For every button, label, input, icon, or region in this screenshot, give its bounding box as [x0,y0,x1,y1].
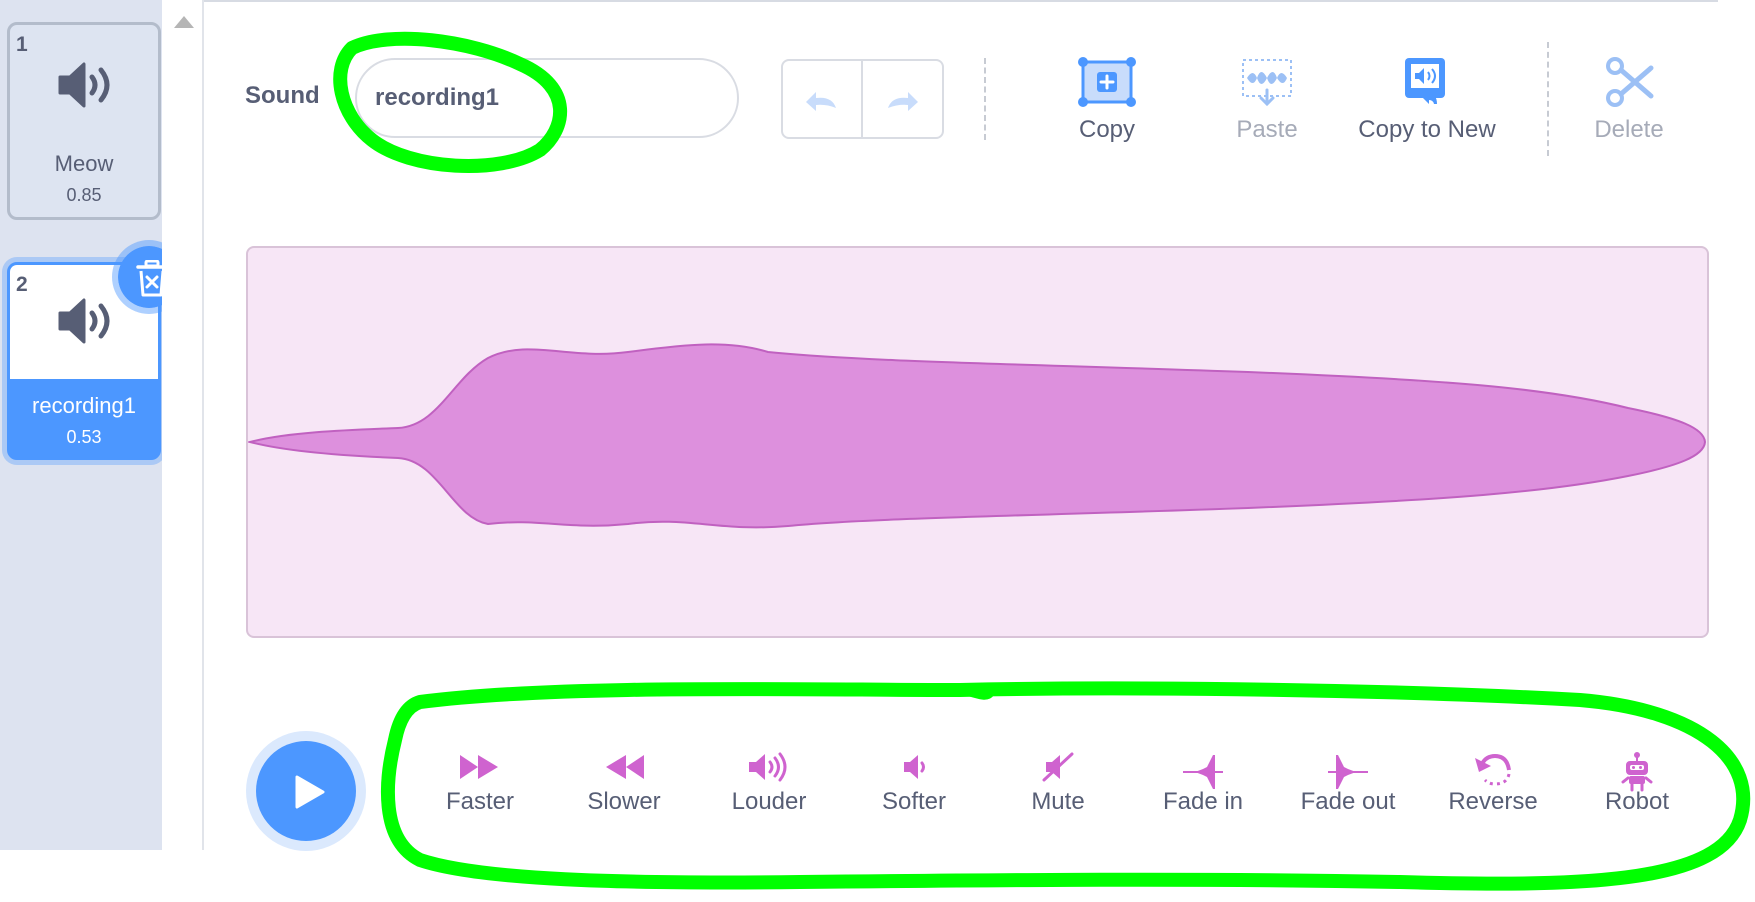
effect-faster-button[interactable]: Faster [410,752,550,832]
effect-robot-button[interactable]: Robot [1567,752,1707,832]
paste-button[interactable]: Paste [1182,56,1352,156]
effect-label: Softer [881,788,947,815]
sound-tile-meow[interactable]: 1 Meow 0.85 [7,22,161,220]
scroll-up-arrow-icon[interactable] [174,16,194,28]
scissors-icon [1606,57,1654,107]
copy-icon [1078,57,1136,107]
play-icon [295,775,325,809]
reverse-icon [1475,753,1511,786]
play-button-ring [246,731,366,851]
paste-icon [1242,59,1292,107]
effect-label: Faster [445,788,514,815]
play-button[interactable] [256,741,356,841]
effect-label: Mute [1031,788,1085,815]
effect-label: Fade out [1300,788,1396,815]
copy-to-new-icon [1405,58,1445,104]
effect-louder-button[interactable]: Louder [699,752,839,832]
robot-icon [1621,752,1653,792]
effect-softer-button[interactable]: Softer [844,752,984,832]
effect-label: Slower [587,788,661,815]
sound-tile-number: 2 [16,273,28,296]
effect-label: Fade in [1162,788,1244,815]
sound-tile-name: recording1 [32,393,136,418]
effect-label: Reverse [1448,788,1538,815]
effect-fade-out-button[interactable]: Fade out [1278,752,1418,832]
paste-label: Paste [1236,116,1298,143]
delete-button[interactable]: Delete [1544,56,1714,156]
effect-slower-button[interactable]: Slower [554,752,694,832]
undo-button[interactable] [783,61,863,137]
sound-list: 1 Meow 0.85 2 recording1 0.53 [0,0,186,850]
sound-name-input[interactable] [355,58,739,138]
effect-reverse-button[interactable]: Reverse [1423,752,1563,832]
sound-list-scrollbar[interactable] [162,0,204,850]
speaker-icon [58,62,110,108]
effect-mute-button[interactable]: Mute [988,752,1128,832]
toolbar-divider [984,58,986,140]
sound-tile-name: Meow [54,151,114,176]
softer-icon [904,755,925,779]
sound-tile-duration: 0.85 [66,185,102,205]
effect-label: Robot [1604,788,1670,815]
mute-icon [1042,752,1074,782]
waveform-canvas[interactable] [246,246,1709,638]
copy-to-new-label: Copy to New [1358,116,1496,143]
slower-icon [606,755,644,779]
sound-editor-app: 1 Meow 0.85 2 recording1 0.53 Sound reco… [0,0,1755,902]
redo-button[interactable] [863,61,943,137]
undo-redo-group [781,59,944,139]
top-divider [204,0,1718,2]
fade-in-icon [1183,755,1223,789]
copy-button[interactable]: Copy [1022,56,1192,156]
copy-label: Copy [1078,116,1136,143]
effect-fade-in-button[interactable]: Fade in [1133,752,1273,832]
undo-icon [805,92,836,111]
faster-icon [460,755,498,779]
delete-label: Delete [1594,116,1664,143]
louder-icon [749,752,787,782]
sound-name-label: Sound [245,82,320,109]
sound-tile-number: 1 [16,33,28,56]
copy-to-new-button[interactable]: Copy to New [1342,56,1512,156]
waveform [248,343,1707,529]
sound-tile-duration: 0.53 [66,427,102,447]
redo-icon [888,92,919,111]
fade-out-icon [1328,755,1368,789]
speaker-icon [58,298,110,344]
effect-label: Louder [731,788,807,815]
